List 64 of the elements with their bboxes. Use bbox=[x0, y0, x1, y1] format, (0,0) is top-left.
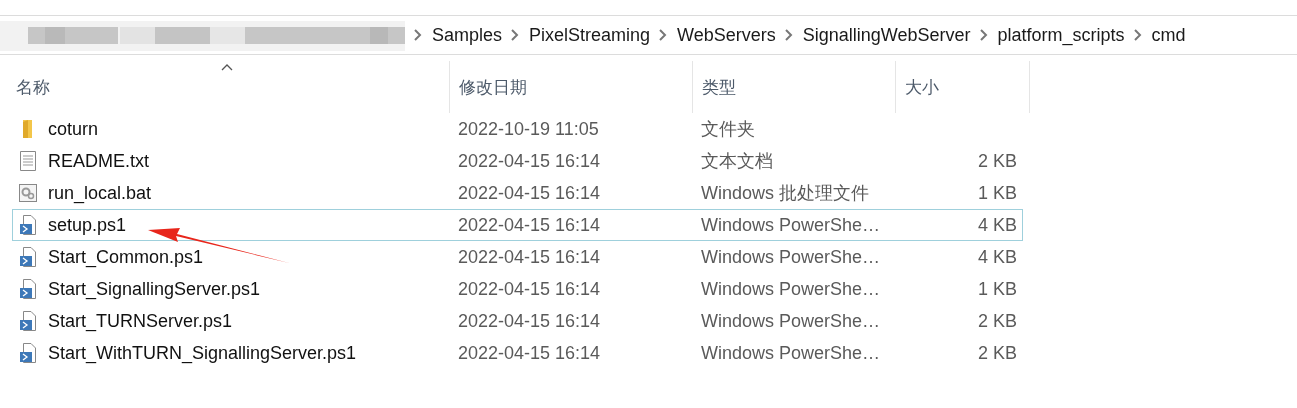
file-name: Start_Common.ps1 bbox=[48, 246, 204, 268]
date-modified: 2022-04-15 16:14 bbox=[458, 342, 601, 364]
file-row[interactable]: Start_SignallingServer.ps1 2022-04-15 16:14 Windows PowerShe… 1 KB bbox=[12, 273, 1023, 305]
file-type: Windows PowerShe… bbox=[701, 278, 881, 300]
file-row[interactable]: Start_TURNServer.ps1 2022-04-15 16:14 Windows PowerShe… 2 KB bbox=[12, 305, 1023, 337]
file-size: 2 KB bbox=[977, 342, 1017, 364]
file-row[interactable]: setup.ps1 2022-04-15 16:14 Windows PowerShe… 4 KB bbox=[12, 209, 1023, 241]
file-name: README.txt bbox=[48, 150, 149, 172]
script-file-icon bbox=[18, 247, 38, 267]
file-name: setup.ps1 bbox=[48, 214, 127, 236]
file-size: 1 KB bbox=[977, 182, 1017, 204]
file-row[interactable]: run_local.bat 2022-04-15 16:14 Windows 批处理文件 1 KB bbox=[12, 177, 1023, 209]
address-bar[interactable]: Samples PixelStreaming WebServers SignallingWebServer platform_scripts cmd bbox=[0, 15, 1297, 55]
breadcrumb-item[interactable]: SignallingWebServer bbox=[802, 24, 971, 46]
column-header[interactable]: 大小 bbox=[895, 61, 1030, 113]
file-size: 1 KB bbox=[977, 278, 1017, 300]
column-header[interactable]: 名称 bbox=[0, 61, 449, 113]
file-size: 2 KB bbox=[977, 150, 1017, 172]
breadcrumb-item[interactable]: cmd bbox=[1151, 24, 1186, 46]
file-row[interactable]: Start_Common.ps1 2022-04-15 16:14 Windows PowerShe… 4 KB bbox=[12, 241, 1023, 273]
document-icon bbox=[18, 151, 38, 171]
file-name: run_local.bat bbox=[48, 182, 152, 204]
chevron-icon[interactable] bbox=[658, 29, 668, 41]
column-header[interactable]: 类型 bbox=[692, 61, 895, 113]
file-type: 文本文档 bbox=[701, 150, 773, 173]
gear-file-icon bbox=[18, 184, 38, 202]
breadcrumb-item[interactable]: platform_scripts bbox=[997, 24, 1125, 46]
file-name: Start_WithTURN_SignallingServer.ps1 bbox=[48, 342, 357, 364]
sort-up-icon bbox=[221, 64, 233, 71]
date-modified: 2022-04-15 16:14 bbox=[458, 278, 601, 300]
date-modified: 2022-10-19 11:05 bbox=[458, 118, 599, 140]
file-name: coturn bbox=[48, 118, 99, 140]
chevron-icon[interactable] bbox=[1132, 29, 1142, 41]
file-size: 4 KB bbox=[977, 214, 1017, 236]
date-modified: 2022-04-15 16:14 bbox=[458, 150, 601, 172]
chevron-icon[interactable] bbox=[413, 29, 422, 41]
file-type: Windows PowerShe… bbox=[701, 214, 881, 236]
file-size: 2 KB bbox=[977, 310, 1017, 332]
column-header[interactable]: 修改日期 bbox=[449, 61, 692, 113]
date-modified: 2022-04-15 16:14 bbox=[458, 182, 601, 204]
file-row[interactable]: coturn 2022-10-19 11:05 文件夹 bbox=[12, 113, 1023, 145]
date-modified: 2022-04-15 16:14 bbox=[458, 310, 601, 332]
chevron-icon[interactable] bbox=[978, 29, 988, 41]
file-row[interactable]: Start_WithTURN_SignallingServer.ps1 2022-04-15 16:14 Windows PowerShe… 2 KB bbox=[12, 337, 1023, 369]
file-row[interactable]: README.txt 2022-04-15 16:14 文本文档 2 KB bbox=[12, 145, 1023, 177]
chevron-icon[interactable] bbox=[510, 29, 520, 41]
date-modified: 2022-04-15 16:14 bbox=[458, 214, 601, 236]
script-file-icon bbox=[18, 343, 38, 363]
script-file-icon bbox=[18, 215, 38, 235]
file-type: 文件夹 bbox=[701, 118, 755, 141]
breadcrumb-item[interactable]: Samples bbox=[432, 24, 503, 46]
date-modified: 2022-04-15 16:14 bbox=[458, 246, 601, 268]
file-name: Start_TURNServer.ps1 bbox=[48, 310, 233, 332]
breadcrumb-item[interactable]: PixelStreaming bbox=[529, 24, 651, 46]
script-file-icon bbox=[18, 311, 38, 331]
file-type: Windows PowerShe… bbox=[701, 342, 881, 364]
chevron-icon[interactable] bbox=[783, 29, 793, 41]
file-name: Start_SignallingServer.ps1 bbox=[48, 278, 261, 300]
file-size: 4 KB bbox=[977, 246, 1017, 268]
breadcrumb-item[interactable]: WebServers bbox=[677, 24, 776, 46]
file-type: Windows PowerShe… bbox=[701, 310, 881, 332]
script-file-icon bbox=[18, 279, 38, 299]
file-type: Windows PowerShe… bbox=[701, 246, 881, 268]
file-type: Windows 批处理文件 bbox=[701, 182, 870, 205]
